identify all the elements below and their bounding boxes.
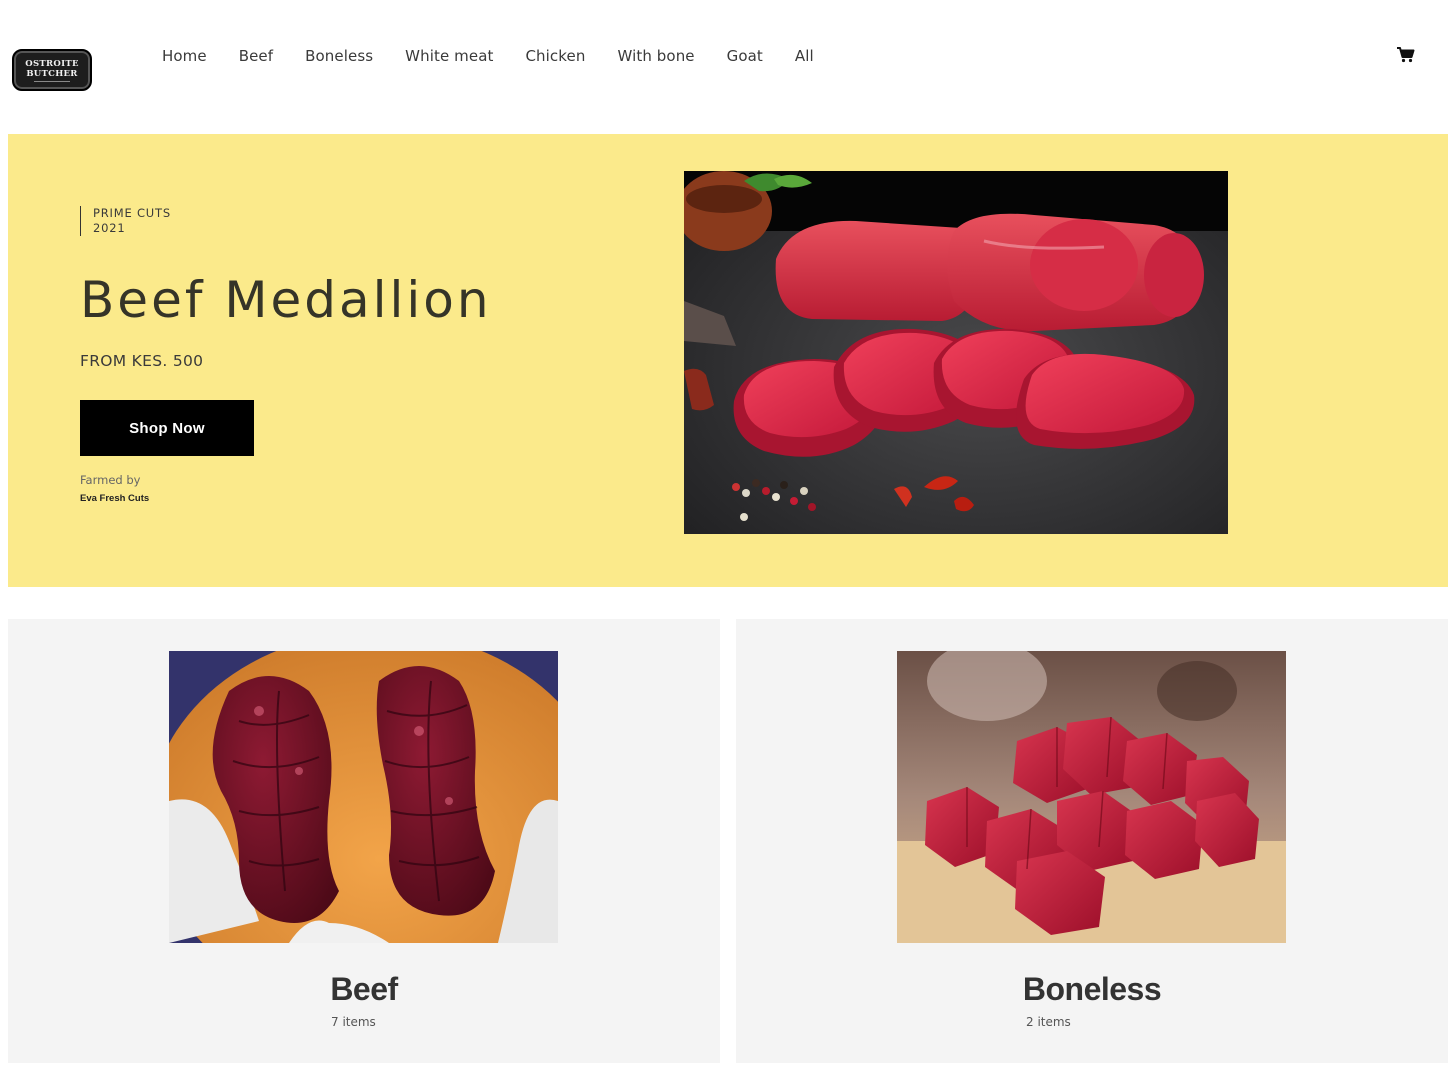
category-card-beef[interactable]: Beef 7 items (8, 619, 720, 1063)
nav-item-goat[interactable]: Goat (727, 46, 763, 66)
site-header: OSTROITE BUTCHER Home Beef Boneless Whit… (0, 0, 1455, 120)
shopping-cart-icon[interactable] (1397, 47, 1415, 63)
category-title-beef[interactable]: Beef (8, 971, 720, 1008)
farmed-by-label: Farmed by (80, 473, 141, 487)
logo-underline (34, 80, 70, 82)
nav-item-chicken[interactable]: Chicken (525, 46, 585, 66)
category-image-boneless[interactable] (897, 651, 1286, 943)
nav-item-white-meat[interactable]: White meat (405, 46, 493, 66)
main-nav: Home Beef Boneless White meat Chicken Wi… (162, 46, 846, 66)
brand-logo[interactable]: OSTROITE BUTCHER (12, 49, 92, 91)
hero-tagline: PRIME CUTS 2021 (80, 206, 171, 236)
category-count-boneless: 2 items (1026, 1015, 1071, 1029)
hero-product-image[interactable] (684, 171, 1228, 534)
hero-tag-line-2: 2021 (93, 221, 126, 235)
hero-banner: PRIME CUTS 2021 Beef Medallion FROM KES.… (8, 134, 1448, 587)
nav-item-home[interactable]: Home (162, 46, 207, 66)
category-image-beef[interactable] (169, 651, 558, 943)
shop-now-button[interactable]: Shop Now (80, 400, 254, 456)
nav-item-beef[interactable]: Beef (239, 46, 273, 66)
category-count-beef: 7 items (331, 1015, 376, 1029)
hero-tag-line-1: PRIME CUTS (93, 206, 171, 220)
hero-title: Beef Medallion (80, 271, 492, 329)
farmer-name: Eva Fresh Cuts (80, 493, 150, 504)
hero-price: FROM KES. 500 (80, 352, 204, 370)
nav-item-boneless[interactable]: Boneless (305, 46, 373, 66)
category-card-boneless[interactable]: Boneless 2 items (736, 619, 1448, 1063)
category-title-boneless[interactable]: Boneless (736, 971, 1448, 1008)
logo-line-2: BUTCHER (26, 68, 78, 79)
nav-item-with-bone[interactable]: With bone (617, 46, 694, 66)
nav-item-all[interactable]: All (795, 46, 814, 66)
logo-line-1: OSTROITE (25, 58, 79, 69)
